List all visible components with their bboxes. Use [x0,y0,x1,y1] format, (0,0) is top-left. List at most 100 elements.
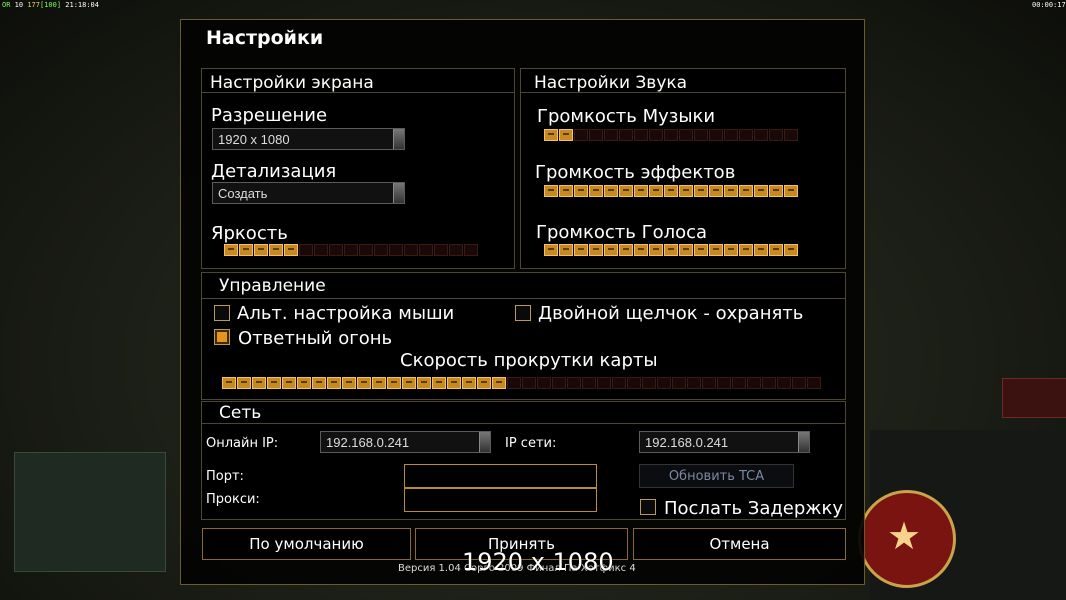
slider-segment [769,244,783,256]
dropdown-arrow-icon[interactable] [479,432,490,452]
slider-segment [297,377,311,389]
slider-segment [604,185,618,197]
port-label: Порт: [206,469,244,484]
slider-segment [464,244,478,256]
slider-segment [619,185,633,197]
detail-label: Детализация [211,161,337,182]
effects-volume-slider[interactable] [544,185,798,197]
slider-segment [344,244,358,256]
slider-segment [792,377,806,389]
slider-segment [267,377,281,389]
port-input[interactable] [404,464,597,488]
slider-segment [434,244,448,256]
effects-volume-label: Громкость эффектов [535,162,736,183]
voice-volume-label: Громкость Голоса [536,222,708,243]
scroll-speed-slider[interactable] [222,377,821,389]
slider-segment [709,244,723,256]
slider-segment [329,244,343,256]
slider-segment [462,377,476,389]
slider-segment [754,129,768,141]
slider-segment [739,244,753,256]
slider-segment [404,244,418,256]
hud-stat-2: 10 [14,1,24,9]
slider-segment [477,377,491,389]
slider-segment [269,244,283,256]
hud-game-timer: 00:00:17 [1032,1,1066,9]
slider-segment [724,185,738,197]
slider-segment [694,185,708,197]
slider-segment [417,377,431,389]
dropdown-arrow-icon[interactable] [393,129,404,149]
slider-segment [314,244,328,256]
slider-segment [387,377,401,389]
resolution-label: Разрешение [211,105,328,126]
slider-segment [679,185,693,197]
slider-segment [589,129,603,141]
slider-segment [574,129,588,141]
divider [201,298,846,299]
slider-segment [784,129,798,141]
slider-segment [657,377,671,389]
slider-segment [447,377,461,389]
proxy-input[interactable] [404,488,597,512]
detail-dropdown[interactable]: Создать [212,182,405,204]
slider-segment [327,377,341,389]
send-delay-checkbox[interactable] [640,499,656,515]
slider-segment [389,244,403,256]
lan-ip-dropdown[interactable]: 192.168.0.241 [639,431,810,453]
slider-segment [672,377,686,389]
slider-segment [784,244,798,256]
slider-segment [754,185,768,197]
slider-segment [634,244,648,256]
cancel-button[interactable]: Отмена [633,528,846,560]
slider-segment [694,129,708,141]
online-ip-dropdown[interactable]: 192.168.0.241 [320,431,491,453]
divider [201,423,846,424]
slider-segment [627,377,641,389]
slider-segment [252,377,266,389]
slider-segment [724,244,738,256]
hud-clock: 21:18:04 [65,1,99,9]
refresh-tca-button[interactable]: Обновить TCA [639,464,794,488]
slider-segment [702,377,716,389]
return-fire-checkbox[interactable] [214,329,230,345]
default-button[interactable]: По умолчанию [202,528,411,560]
slider-segment [544,185,558,197]
slider-segment [237,377,251,389]
return-fire-label: Ответный огонь [238,328,393,349]
slider-segment [679,244,693,256]
voice-volume-slider[interactable] [544,244,798,256]
slider-segment [372,377,386,389]
slider-segment [762,377,776,389]
slider-segment [769,185,783,197]
slider-segment [567,377,581,389]
double-click-checkbox[interactable] [515,305,531,321]
dropdown-arrow-icon[interactable] [393,183,404,203]
slider-segment [544,129,558,141]
slider-segment [649,129,663,141]
controls-title: Управление [219,276,326,296]
network-title: Сеть [219,403,262,423]
online-ip-label: Онлайн IP: [206,436,279,451]
slider-segment [649,185,663,197]
music-volume-slider[interactable] [544,129,798,141]
divider [201,92,515,93]
slider-segment [537,377,551,389]
brightness-slider[interactable] [224,244,478,256]
slider-segment [649,244,663,256]
alt-mouse-checkbox[interactable] [214,305,230,321]
hud-stats: OR 10 177[100] 21:18:04 [2,1,99,9]
detail-value: Создать [218,185,268,201]
slider-segment [679,129,693,141]
slider-segment [374,244,388,256]
hud-stat-3: 177 [27,1,40,9]
slider-segment [559,185,573,197]
slider-segment [224,244,238,256]
minimap-panel [14,452,166,572]
slider-segment [312,377,326,389]
dropdown-arrow-icon[interactable] [798,432,809,452]
slider-segment [664,129,678,141]
slider-segment [544,244,558,256]
slider-segment [239,244,253,256]
resolution-dropdown[interactable]: 1920 x 1080 [212,128,405,150]
